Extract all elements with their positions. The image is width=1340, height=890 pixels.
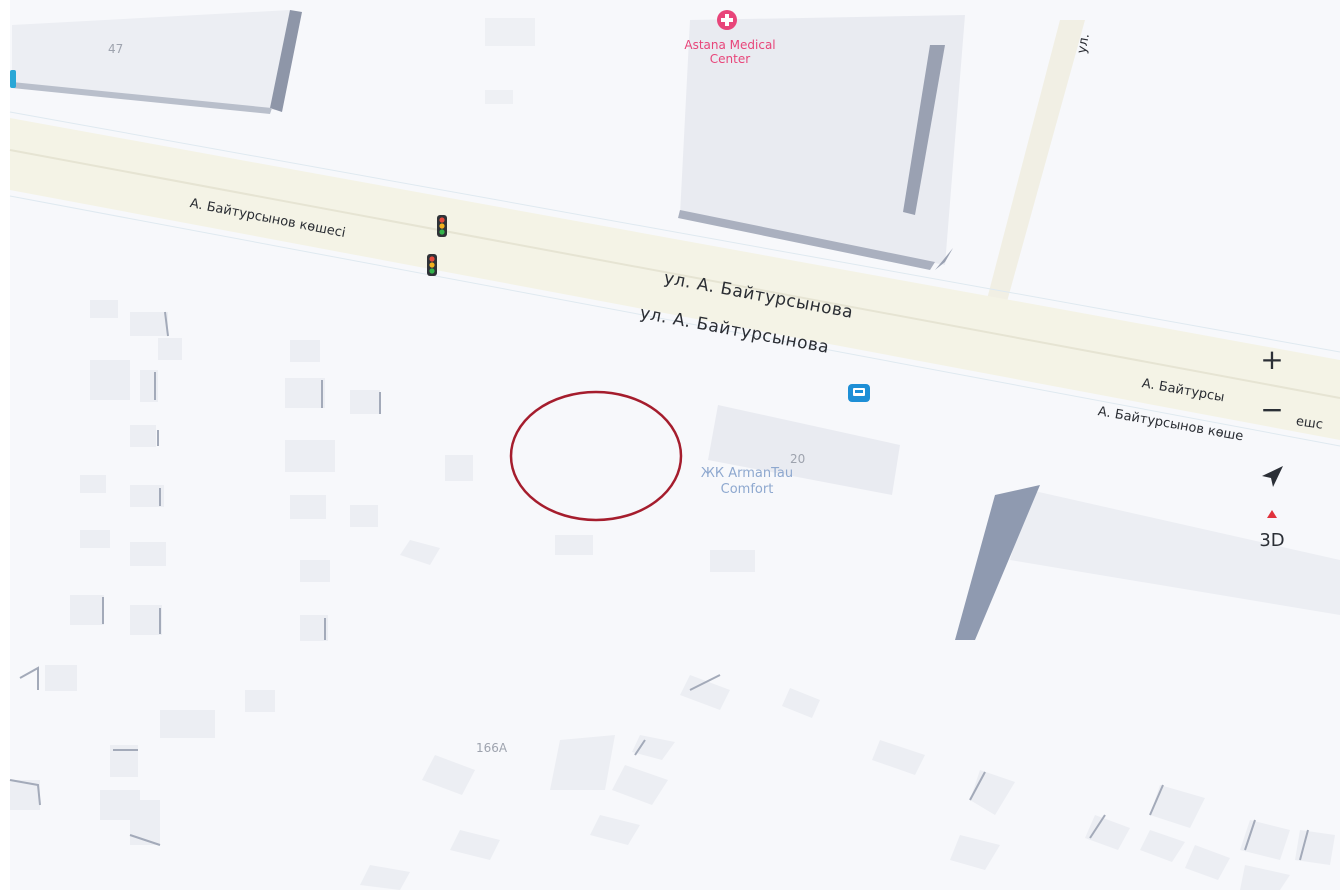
poi-label-line2: Center	[709, 52, 751, 66]
medical-cross-icon[interactable]	[717, 10, 737, 30]
locate-me-button[interactable]	[1250, 455, 1294, 499]
poi-armantau-comfort[interactable]: ЖК ArmanTau Comfort	[682, 466, 812, 498]
map-canvas[interactable]	[0, 0, 1340, 890]
building-small	[485, 18, 535, 46]
bus-stop-icon[interactable]	[848, 384, 870, 402]
traffic-light-icon	[427, 254, 437, 276]
compass-north-icon	[1267, 509, 1277, 518]
building-number-47: 47	[108, 42, 124, 56]
building-small	[485, 90, 513, 104]
building-number-20: 20	[790, 452, 806, 466]
scan-edge	[0, 0, 10, 890]
poi-astana-medical-center[interactable]: Astana Medical Center	[670, 38, 790, 66]
zoom-out-button[interactable]: −	[1250, 387, 1294, 431]
edge-marker	[10, 70, 16, 88]
toggle-3d-label: 3D	[1259, 529, 1285, 551]
zoom-in-button[interactable]: +	[1250, 337, 1294, 381]
building-number-166a: 166А	[476, 741, 508, 755]
toggle-3d-button[interactable]: 3D	[1250, 508, 1294, 552]
traffic-light-icon	[437, 215, 447, 237]
poi-label-line2: Comfort	[720, 482, 774, 497]
navigation-arrow-icon	[1262, 466, 1283, 487]
map-background	[0, 0, 1340, 890]
poi-label-line1: Astana Medical	[684, 38, 776, 52]
poi-label-line1: ЖК ArmanTau	[700, 466, 794, 481]
